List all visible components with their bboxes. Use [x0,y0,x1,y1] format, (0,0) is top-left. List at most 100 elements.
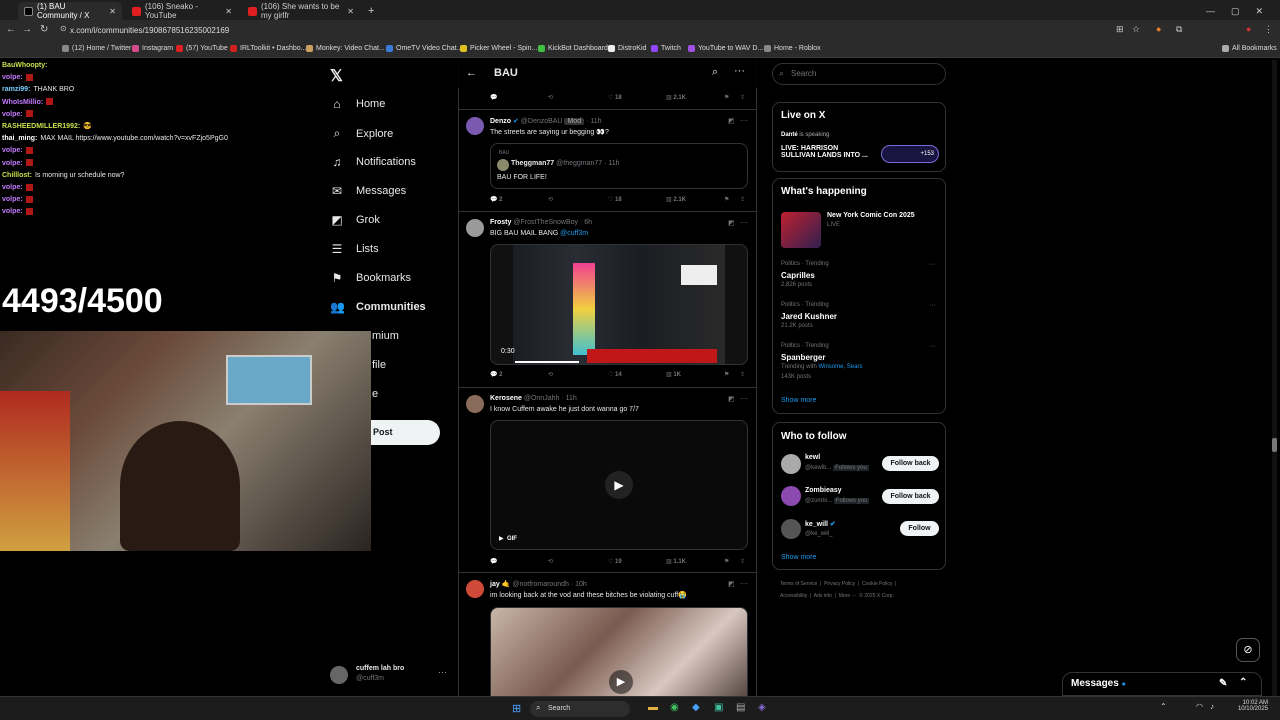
chrome-icon[interactable]: ◉ [670,702,679,713]
views-count[interactable]: ▥ 1.1K [666,558,686,565]
gif-player[interactable]: ▶ ▶ GIF [490,420,748,550]
new-tab-button[interactable]: + [362,2,380,20]
reply-count[interactable]: 💬 2 [490,371,502,378]
app-icon[interactable]: ◈ [758,702,766,713]
bookmark-item[interactable]: Picker Wheel - Spin... [460,45,537,52]
repost-icon[interactable]: ⟲ [548,196,553,203]
views-count[interactable]: ▥ 1K [666,371,681,378]
maximize-icon[interactable]: ▢ [1231,6,1240,17]
back-icon[interactable]: ← [6,24,16,35]
nav-profile[interactable]: file [372,359,386,371]
nav-bookmarks[interactable]: ⚑ Bookmarks [330,271,411,285]
nav-home[interactable]: ⌂ Home [330,97,385,111]
close-window-icon[interactable]: ✕ [1256,6,1264,17]
install-icon[interactable]: ⊞ [1116,24,1124,35]
grok-icon[interactable]: ◩ [728,580,735,588]
trend-name[interactable]: Jared Kushner [781,312,837,321]
views-count[interactable]: ▥ 2.1K [666,196,686,203]
bookmark-icon[interactable]: ⚑ [724,558,729,565]
quoted-tweet[interactable]: BAU Theggman77 @theggman77 · 11h BAU FOR… [490,143,748,189]
scrollbar[interactable] [1272,60,1277,696]
grok-icon[interactable]: ◩ [728,395,735,403]
bookmark-item[interactable]: OmeTV Video Chat... [386,45,462,52]
follow-name[interactable]: kewl [805,454,820,461]
more-icon[interactable]: ··· [734,65,745,77]
listener-count[interactable]: +153 [881,145,939,163]
live-title[interactable]: LIVE: HARRISON SULLIVAN LANDS INTO ... [781,145,868,159]
profile-avatar-icon[interactable]: ● [1246,24,1251,34]
x-logo-icon[interactable]: 𝕏 [330,66,343,86]
like-button[interactable]: ♡ 18 [608,94,622,101]
taskbar-search[interactable]: Search [530,701,630,717]
more-icon[interactable]: ··· [740,116,748,125]
bookmark-icon[interactable]: ⚑ [724,371,729,378]
bookmark-item[interactable]: (57) YouTube [176,45,228,52]
minimize-icon[interactable]: — [1206,6,1215,16]
repost-icon[interactable]: ⟲ [548,558,553,565]
footer-links[interactable]: Terms of Service | Privacy Policy | Cook… [780,581,896,587]
close-icon[interactable]: ✕ [109,7,116,16]
tab-youtube-2[interactable]: (106) She wants to be my girlfr ✕ [242,2,360,20]
all-bookmarks[interactable]: All Bookmarks [1222,45,1277,52]
grok-icon[interactable]: ◩ [728,117,735,125]
video-player[interactable]: ▶ [490,607,748,696]
nav-communities[interactable]: 👥 Communities [330,300,426,314]
share-icon[interactable]: ⇪ [740,94,745,101]
volume-icon[interactable]: ♪ [1210,702,1214,711]
follow-name[interactable]: Zombieasy [805,487,842,494]
wifi-icon[interactable]: ◠ [1196,702,1203,711]
bookmark-star-icon[interactable]: ☆ [1132,24,1140,35]
file-explorer-icon[interactable]: ▬ [648,702,658,713]
search-icon[interactable]: ⌕ [712,66,718,79]
follow-back-button[interactable]: Follow back [882,489,939,504]
tweet[interactable]: Frosty @FrostTheSnowBoy · 6h BIG BAU MAI… [466,217,750,385]
video-player[interactable]: 0:30 [490,244,748,365]
url-field[interactable]: x.com/i/communities/1908678516235002169 [70,24,1110,38]
play-icon[interactable]: ▶ [605,471,633,499]
follow-back-button[interactable]: Follow back [882,456,939,471]
like-button[interactable]: ♡ 18 [608,196,622,203]
bookmark-icon[interactable]: ⚑ [724,94,729,101]
more-icon[interactable]: ··· [929,343,936,350]
trend-name[interactable]: Caprilles [781,271,815,280]
bookmark-item[interactable]: Instagram [132,45,173,52]
tweet[interactable]: jay 🤙 @notfromaroundh · 10h im looking b… [466,578,750,696]
show-more-link[interactable]: Show more [781,397,816,404]
steam-icon[interactable]: ◆ [692,702,700,713]
chevron-up-icon[interactable]: ⌃ [1239,677,1247,688]
like-button[interactable]: ♡ 14 [608,371,622,378]
bookmark-item[interactable]: DistroKid [608,45,646,52]
site-info-icon[interactable]: ⊙ [60,24,67,33]
trend-name[interactable]: Spanberger [781,353,825,362]
messages-drawer[interactable]: Messages ● ✎ ⌃ [1062,672,1262,696]
close-icon[interactable]: ✕ [225,7,232,16]
share-icon[interactable]: ⇪ [740,196,745,203]
back-arrow-icon[interactable]: ← [466,67,477,79]
bookmark-item[interactable]: YouTube to WAV D... [688,45,763,52]
tray-chevron-icon[interactable]: ⌃ [1160,702,1167,711]
bookmark-item[interactable]: (12) Home / Twitter [62,45,131,52]
forward-icon[interactable]: → [22,24,32,35]
grok-floating-icon[interactable]: ⊘ [1236,638,1260,662]
show-more-link[interactable]: Show more [781,554,816,561]
tweet[interactable]: Denzo ✔ @DenzoBAU Mod · 11h The streets … [466,115,750,210]
mention-link[interactable]: @cuff3m [560,230,588,237]
more-icon[interactable]: ··· [740,394,748,403]
repost-icon[interactable]: ⟲ [548,94,553,101]
nav-premium[interactable]: mium [372,330,399,342]
app-icon[interactable]: ▤ [736,702,745,713]
like-button[interactable]: ♡ 19 [608,558,622,565]
app-icon[interactable]: ▣ [714,702,723,713]
share-icon[interactable]: ⇪ [740,371,745,378]
post-button[interactable]: Post [371,420,440,445]
event-title[interactable]: New York Comic Con 2025 [827,212,915,219]
bookmark-item[interactable]: IRLToolkit • Dashbo... [230,45,307,52]
follow-button[interactable]: Follow [900,521,939,536]
window-controls[interactable]: — ▢ ✕ [1200,2,1269,20]
more-icon[interactable]: ··· [929,302,936,309]
nav-messages[interactable]: ✉ Messages [330,184,406,198]
reload-icon[interactable]: ↻ [40,24,48,35]
nav-notifications[interactable]: ♫ Notifications [330,155,416,169]
close-icon[interactable]: ✕ [347,7,354,16]
browser-menu-icon[interactable]: ⋮ [1264,24,1273,35]
